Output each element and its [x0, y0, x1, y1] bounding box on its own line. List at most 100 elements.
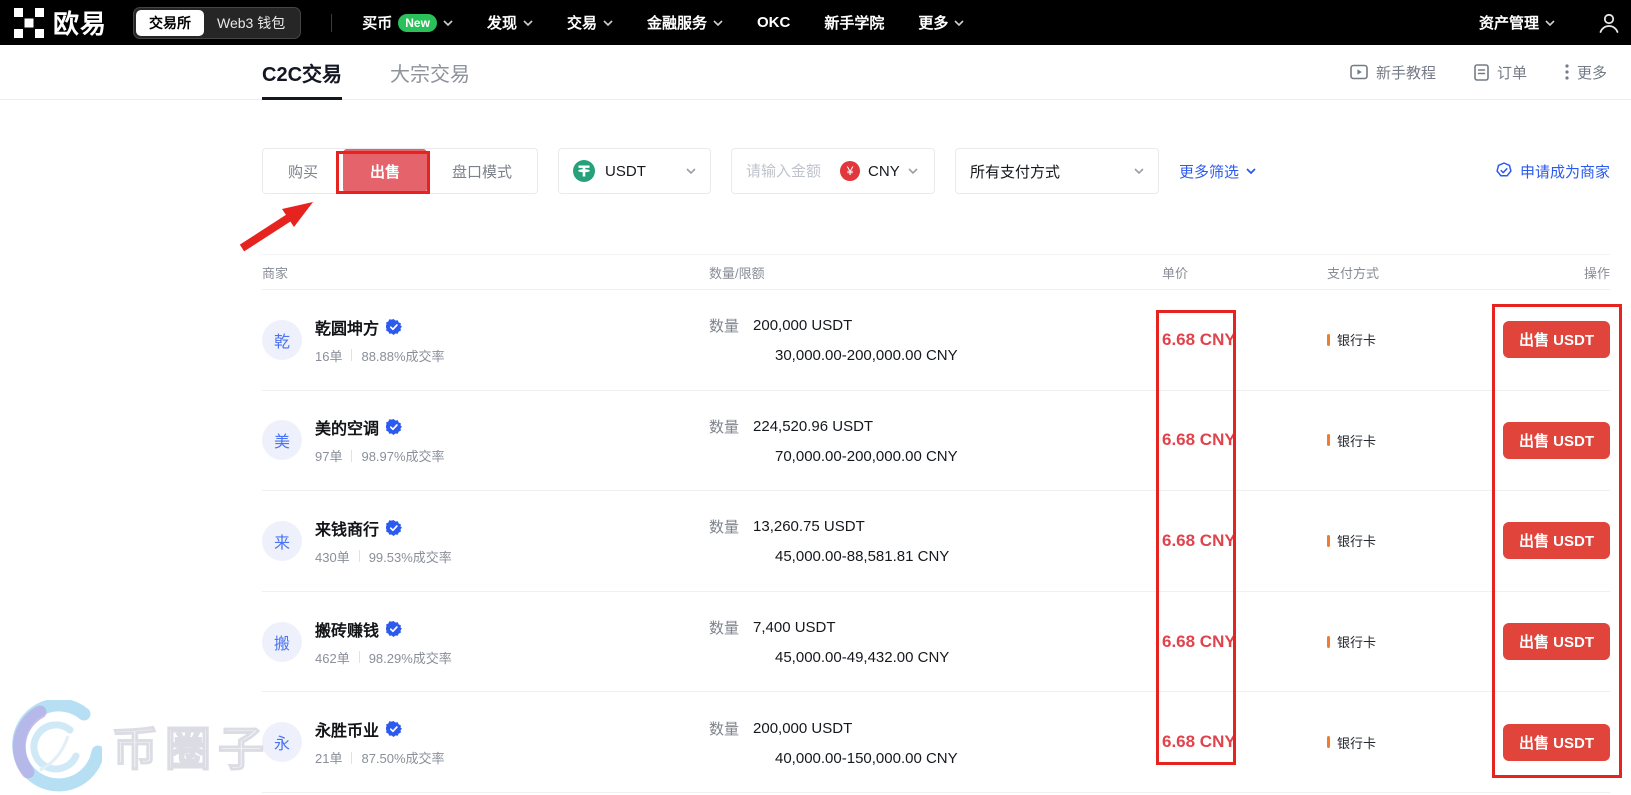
- merchant-cell: 乾 乾圆坤方 16单 88.88%成交率: [262, 315, 709, 365]
- chevron-down-icon: [954, 20, 964, 26]
- payment-method: 银行卡: [1337, 330, 1376, 349]
- nav-finance[interactable]: 金融服务: [647, 12, 723, 33]
- payment-method-select[interactable]: 所有支付方式: [955, 148, 1159, 194]
- amount-label: 数量: [709, 315, 739, 336]
- payment-cell: 银行卡: [1327, 431, 1503, 450]
- merchant-name[interactable]: 永胜币业: [315, 717, 379, 741]
- bank-card-icon: [1327, 736, 1330, 748]
- merchant-avatar[interactable]: 乾: [262, 320, 302, 360]
- merchant-table: 商家 数量/限额 单价 支付方式 操作 乾 乾圆坤方 16单: [262, 254, 1610, 793]
- table-row: 来 来钱商行 430单 99.53%成交率 数量 13,: [262, 491, 1610, 592]
- amount-limit-cell: 数量 13,260.75 USDT 45,000.00-88,581.81 CN…: [709, 516, 1162, 565]
- main-nav: 买币 New 发现 交易 金融服务 OKC 新手学院 更多: [362, 12, 964, 33]
- merchant-avatar[interactable]: 美: [262, 420, 302, 460]
- buy-tab[interactable]: 购买: [263, 149, 343, 193]
- brand-name: 欧易: [53, 4, 107, 41]
- amount-label: 数量: [709, 617, 739, 638]
- side-segmented-control: 购买 出售 盘口模式: [262, 148, 538, 194]
- col-action: 操作: [1503, 263, 1610, 282]
- toggle-web3-wallet[interactable]: Web3 钱包: [204, 10, 298, 36]
- watermark-text: 币圈子: [112, 713, 271, 779]
- merchant-orders: 462单: [315, 648, 350, 667]
- chevron-down-icon: [603, 20, 613, 26]
- price-value: 6.68 CNY: [1162, 632, 1327, 652]
- bank-card-icon: [1327, 334, 1330, 346]
- divider: [359, 651, 360, 663]
- payment-cell: 银行卡: [1327, 531, 1503, 550]
- merchant-avatar[interactable]: 永: [262, 722, 302, 762]
- merchant-avatar[interactable]: 搬: [262, 622, 302, 662]
- price-value: 6.68 CNY: [1162, 330, 1327, 350]
- table-body: 乾 乾圆坤方 16单 88.88%成交率 数量 200,: [262, 290, 1610, 793]
- coin-select-value: USDT: [605, 163, 646, 180]
- toggle-exchange[interactable]: 交易所: [136, 10, 204, 36]
- currency-select-value[interactable]: CNY: [868, 163, 900, 180]
- divider: [351, 450, 352, 462]
- merchant-cell: 永 永胜币业 21单 87.50%成交率: [262, 717, 709, 767]
- sell-usdt-button[interactable]: 出售 USDT: [1503, 522, 1610, 559]
- verified-badge-icon: [386, 520, 402, 536]
- filter-bar: 购买 出售 盘口模式 USDT ¥ CNY 所有支付方式 更多筛选: [262, 148, 1610, 194]
- merchant-name[interactable]: 美的空调: [315, 415, 379, 439]
- c2c-main: 购买 出售 盘口模式 USDT ¥ CNY 所有支付方式 更多筛选: [262, 148, 1610, 793]
- merchant-avatar[interactable]: 来: [262, 521, 302, 561]
- sell-usdt-button[interactable]: 出售 USDT: [1503, 724, 1610, 761]
- amount-limit-cell: 数量 200,000 USDT 40,000.00-150,000.00 CNY: [709, 718, 1162, 767]
- coin-select[interactable]: USDT: [558, 148, 711, 194]
- watermark-swirl-icon: [10, 700, 102, 792]
- merchant-cell: 搬 搬砖赚钱 462单 98.29%成交率: [262, 617, 709, 667]
- amount-input[interactable]: [746, 163, 832, 180]
- divider: [359, 550, 360, 562]
- merchant-rate: 98.29%成交率: [369, 648, 452, 667]
- price-value: 6.68 CNY: [1162, 531, 1327, 551]
- secondary-navbar: C2C交易 大宗交易 新手教程 订单 更多: [0, 45, 1631, 100]
- payment-method: 银行卡: [1337, 632, 1376, 651]
- price-value: 6.68 CNY: [1162, 430, 1327, 450]
- tutorial-link[interactable]: 新手教程: [1350, 62, 1436, 83]
- payment-method: 银行卡: [1337, 733, 1376, 752]
- merchant-name[interactable]: 搬砖赚钱: [315, 617, 379, 641]
- more-filters-link[interactable]: 更多筛选: [1179, 161, 1256, 182]
- apply-merchant-link[interactable]: 申请成为商家: [1495, 161, 1610, 182]
- amount-limit-cell: 数量 224,520.96 USDT 70,000.00-200,000.00 …: [709, 416, 1162, 465]
- merchant-cell: 来 来钱商行 430单 99.53%成交率: [262, 516, 709, 566]
- orderbook-mode-tab[interactable]: 盘口模式: [427, 149, 537, 193]
- table-row: 美 美的空调 97单 98.97%成交率 数量 224,: [262, 391, 1610, 492]
- amount-value: 200,000 USDT: [753, 317, 852, 334]
- tab-block-trade[interactable]: 大宗交易: [390, 45, 470, 100]
- divider: [331, 14, 332, 32]
- nav-more[interactable]: 更多: [918, 12, 964, 33]
- merchant-rate: 87.50%成交率: [361, 748, 444, 767]
- amount-value: 13,260.75 USDT: [753, 518, 865, 535]
- sell-usdt-button[interactable]: 出售 USDT: [1503, 422, 1610, 459]
- merchant-rate: 88.88%成交率: [361, 346, 444, 365]
- col-price: 单价: [1162, 263, 1327, 282]
- chevron-down-icon: [686, 168, 696, 174]
- sell-usdt-button[interactable]: 出售 USDT: [1503, 321, 1610, 358]
- merchant-name[interactable]: 乾圆坤方: [315, 315, 379, 339]
- user-account-icon[interactable]: [1597, 11, 1621, 35]
- bank-card-icon: [1327, 434, 1330, 446]
- merchant-rate: 99.53%成交率: [369, 547, 452, 566]
- video-play-icon: [1350, 64, 1368, 80]
- nav-okc[interactable]: OKC: [757, 14, 790, 31]
- amount-value: 224,520.96 USDT: [753, 418, 873, 435]
- merchant-name[interactable]: 来钱商行: [315, 516, 379, 540]
- nav-assets[interactable]: 资产管理: [1479, 12, 1555, 33]
- nav-discover[interactable]: 发现: [487, 12, 533, 33]
- orders-link[interactable]: 订单: [1474, 62, 1527, 83]
- nav-trade[interactable]: 交易: [567, 12, 613, 33]
- okx-logo[interactable]: 欧易: [14, 4, 107, 41]
- product-toggle: 交易所 Web3 钱包: [133, 7, 301, 39]
- amount-label: 数量: [709, 718, 739, 739]
- more-link[interactable]: 更多: [1565, 62, 1607, 83]
- limit-value: 70,000.00-200,000.00 CNY: [775, 448, 1162, 465]
- price-value: 6.68 CNY: [1162, 732, 1327, 752]
- bank-card-icon: [1327, 636, 1330, 648]
- sell-tab[interactable]: 出售: [343, 149, 427, 193]
- nav-buy-crypto[interactable]: 买币 New: [362, 12, 453, 33]
- tab-c2c-trade[interactable]: C2C交易: [262, 45, 342, 100]
- nav-academy[interactable]: 新手学院: [824, 12, 884, 33]
- sell-usdt-button[interactable]: 出售 USDT: [1503, 623, 1610, 660]
- merchant-orders: 16单: [315, 346, 342, 365]
